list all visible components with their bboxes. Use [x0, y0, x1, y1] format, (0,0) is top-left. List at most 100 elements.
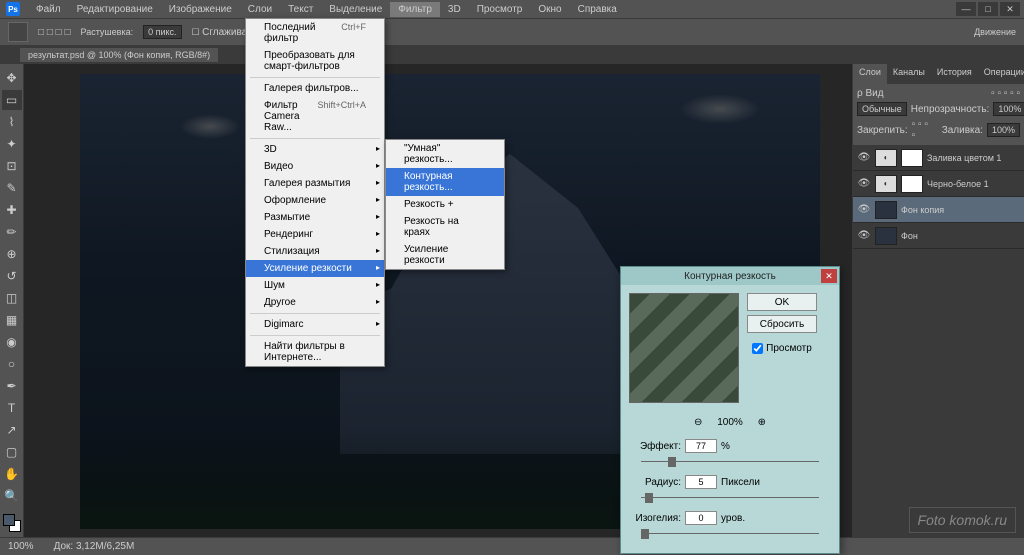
maximize-button[interactable]: □: [978, 2, 998, 16]
type-tool[interactable]: T: [2, 398, 22, 418]
path-tool[interactable]: ↗: [2, 420, 22, 440]
opacity-input[interactable]: 100%: [993, 102, 1024, 116]
hand-tool[interactable]: ✋: [2, 464, 22, 484]
menu-layers[interactable]: Слои: [240, 2, 280, 17]
eyedropper-tool[interactable]: ✎: [2, 178, 22, 198]
shape-tool[interactable]: ▢: [2, 442, 22, 462]
effect-input[interactable]: [685, 439, 717, 453]
visibility-icon[interactable]: 👁: [857, 230, 871, 241]
minimize-button[interactable]: —: [956, 2, 976, 16]
menu-blur-gallery[interactable]: Галерея размытия: [246, 175, 384, 192]
zoom-level[interactable]: 100%: [8, 541, 34, 552]
layer-name: Черно-белое 1: [927, 179, 989, 189]
move-tool[interactable]: ✥: [2, 68, 22, 88]
ok-button[interactable]: OK: [747, 293, 817, 311]
lock-label: Закрепить:: [857, 125, 908, 136]
selection-mode-icons[interactable]: □ □ □ □: [38, 27, 71, 38]
visibility-icon[interactable]: 👁: [857, 204, 871, 215]
submenu-sharpen[interactable]: Усиление резкости: [386, 241, 504, 269]
menu-render[interactable]: Рендеринг: [246, 226, 384, 243]
menu-stylize[interactable]: Стилизация: [246, 243, 384, 260]
tab-actions[interactable]: Операции: [978, 64, 1024, 84]
menu-other[interactable]: Другое: [246, 294, 384, 311]
brush-tool[interactable]: ✏: [2, 222, 22, 242]
color-swatch[interactable]: [3, 514, 21, 532]
zoom-in-icon[interactable]: ⊕: [755, 415, 769, 429]
layer-thumb: ◐: [875, 149, 897, 167]
menu-pixelate[interactable]: Оформление: [246, 192, 384, 209]
healing-tool[interactable]: ✚: [2, 200, 22, 220]
fill-input[interactable]: 100%: [987, 123, 1020, 137]
tool-preset-icon[interactable]: [8, 22, 28, 42]
menu-blur[interactable]: Размытие: [246, 209, 384, 226]
cancel-button[interactable]: Сбросить: [747, 315, 817, 333]
menu-text[interactable]: Текст: [280, 2, 321, 17]
layer-row[interactable]: 👁 Фон: [853, 223, 1024, 249]
radius-slider[interactable]: [641, 493, 819, 503]
layer-filter-icons[interactable]: ▫ ▫ ▫ ▫ ▫: [991, 88, 1020, 99]
watermark: Foto komok.ru: [909, 507, 1016, 533]
menu-file[interactable]: Файл: [28, 2, 69, 17]
dialog-close-button[interactable]: ✕: [821, 269, 837, 283]
menu-noise[interactable]: Шум: [246, 277, 384, 294]
workspace: ✥ ▭ ⌇ ✦ ⊡ ✎ ✚ ✏ ⊕ ↺ ◫ ▦ ◉ ○ ✒ T ↗ ▢ ✋ 🔍 …: [0, 64, 1024, 537]
stamp-tool[interactable]: ⊕: [2, 244, 22, 264]
menu-select[interactable]: Выделение: [321, 2, 390, 17]
menu-video[interactable]: Видео: [246, 158, 384, 175]
zoom-tool[interactable]: 🔍: [2, 486, 22, 506]
radius-input[interactable]: [685, 475, 717, 489]
window-controls: — □ ✕: [956, 2, 1020, 16]
preview-checkbox[interactable]: Просмотр: [752, 343, 812, 354]
lasso-tool[interactable]: ⌇: [2, 112, 22, 132]
threshold-slider[interactable]: [641, 529, 819, 539]
layer-row[interactable]: 👁 ◐ Заливка цветом 1: [853, 145, 1024, 171]
gradient-tool[interactable]: ▦: [2, 310, 22, 330]
pen-tool[interactable]: ✒: [2, 376, 22, 396]
submenu-smart-sharpen[interactable]: "Умная" резкость...: [386, 140, 504, 168]
preview-thumbnail[interactable]: [629, 293, 739, 403]
history-brush-tool[interactable]: ↺: [2, 266, 22, 286]
menu-digimarc[interactable]: Digimarc: [246, 316, 384, 333]
menu-edit[interactable]: Редактирование: [69, 2, 161, 17]
tab-channels[interactable]: Каналы: [887, 64, 931, 84]
menu-last-filter[interactable]: Последний фильтрCtrl+F: [246, 19, 384, 47]
tab-layers[interactable]: Слои: [853, 64, 887, 84]
zoom-out-icon[interactable]: ⊖: [691, 415, 705, 429]
feather-input[interactable]: 0 пикс.: [143, 25, 181, 39]
menu-filter[interactable]: Фильтр: [390, 2, 440, 17]
dialog-titlebar[interactable]: Контурная резкость ✕: [621, 267, 839, 285]
lock-icons[interactable]: ▫ ▫ ▫ ▫: [912, 119, 934, 141]
submenu-sharpen-more[interactable]: Резкость +: [386, 196, 504, 213]
menu-camera-raw[interactable]: Фильтр Camera Raw...Shift+Ctrl+A: [246, 97, 384, 136]
menu-view[interactable]: Просмотр: [469, 2, 531, 17]
toolbox: ✥ ▭ ⌇ ✦ ⊡ ✎ ✚ ✏ ⊕ ↺ ◫ ▦ ◉ ○ ✒ T ↗ ▢ ✋ 🔍: [0, 64, 24, 537]
workspace-switcher[interactable]: Движение: [974, 27, 1016, 37]
menu-convert-smart[interactable]: Преобразовать для смарт-фильтров: [246, 47, 384, 75]
menu-help[interactable]: Справка: [570, 2, 625, 17]
visibility-icon[interactable]: 👁: [857, 178, 871, 189]
menu-window[interactable]: Окно: [530, 2, 569, 17]
menu-filter-gallery[interactable]: Галерея фильтров...: [246, 80, 384, 97]
crop-tool[interactable]: ⊡: [2, 156, 22, 176]
dodge-tool[interactable]: ○: [2, 354, 22, 374]
close-button[interactable]: ✕: [1000, 2, 1020, 16]
layer-row[interactable]: 👁 Фон копия: [853, 197, 1024, 223]
effect-slider[interactable]: [641, 457, 819, 467]
menu-image[interactable]: Изображение: [161, 2, 240, 17]
menu-3d[interactable]: 3D: [440, 2, 469, 17]
eraser-tool[interactable]: ◫: [2, 288, 22, 308]
blend-mode-select[interactable]: Обычные: [857, 102, 907, 116]
blur-tool[interactable]: ◉: [2, 332, 22, 352]
document-tab[interactable]: результат.psd @ 100% (Фон копия, RGB/8#): [20, 48, 218, 62]
marquee-tool[interactable]: ▭: [2, 90, 22, 110]
menu-sharpen[interactable]: Усиление резкости: [246, 260, 384, 277]
submenu-unsharp-mask[interactable]: Контурная резкость...: [386, 168, 504, 196]
threshold-input[interactable]: [685, 511, 717, 525]
layer-row[interactable]: 👁 ◐ Черно-белое 1: [853, 171, 1024, 197]
menu-browse-filters[interactable]: Найти фильтры в Интернете...: [246, 338, 384, 366]
visibility-icon[interactable]: 👁: [857, 152, 871, 163]
tab-history[interactable]: История: [931, 64, 978, 84]
submenu-sharpen-edges[interactable]: Резкость на краях: [386, 213, 504, 241]
menu-3d-filters[interactable]: 3D: [246, 141, 384, 158]
wand-tool[interactable]: ✦: [2, 134, 22, 154]
